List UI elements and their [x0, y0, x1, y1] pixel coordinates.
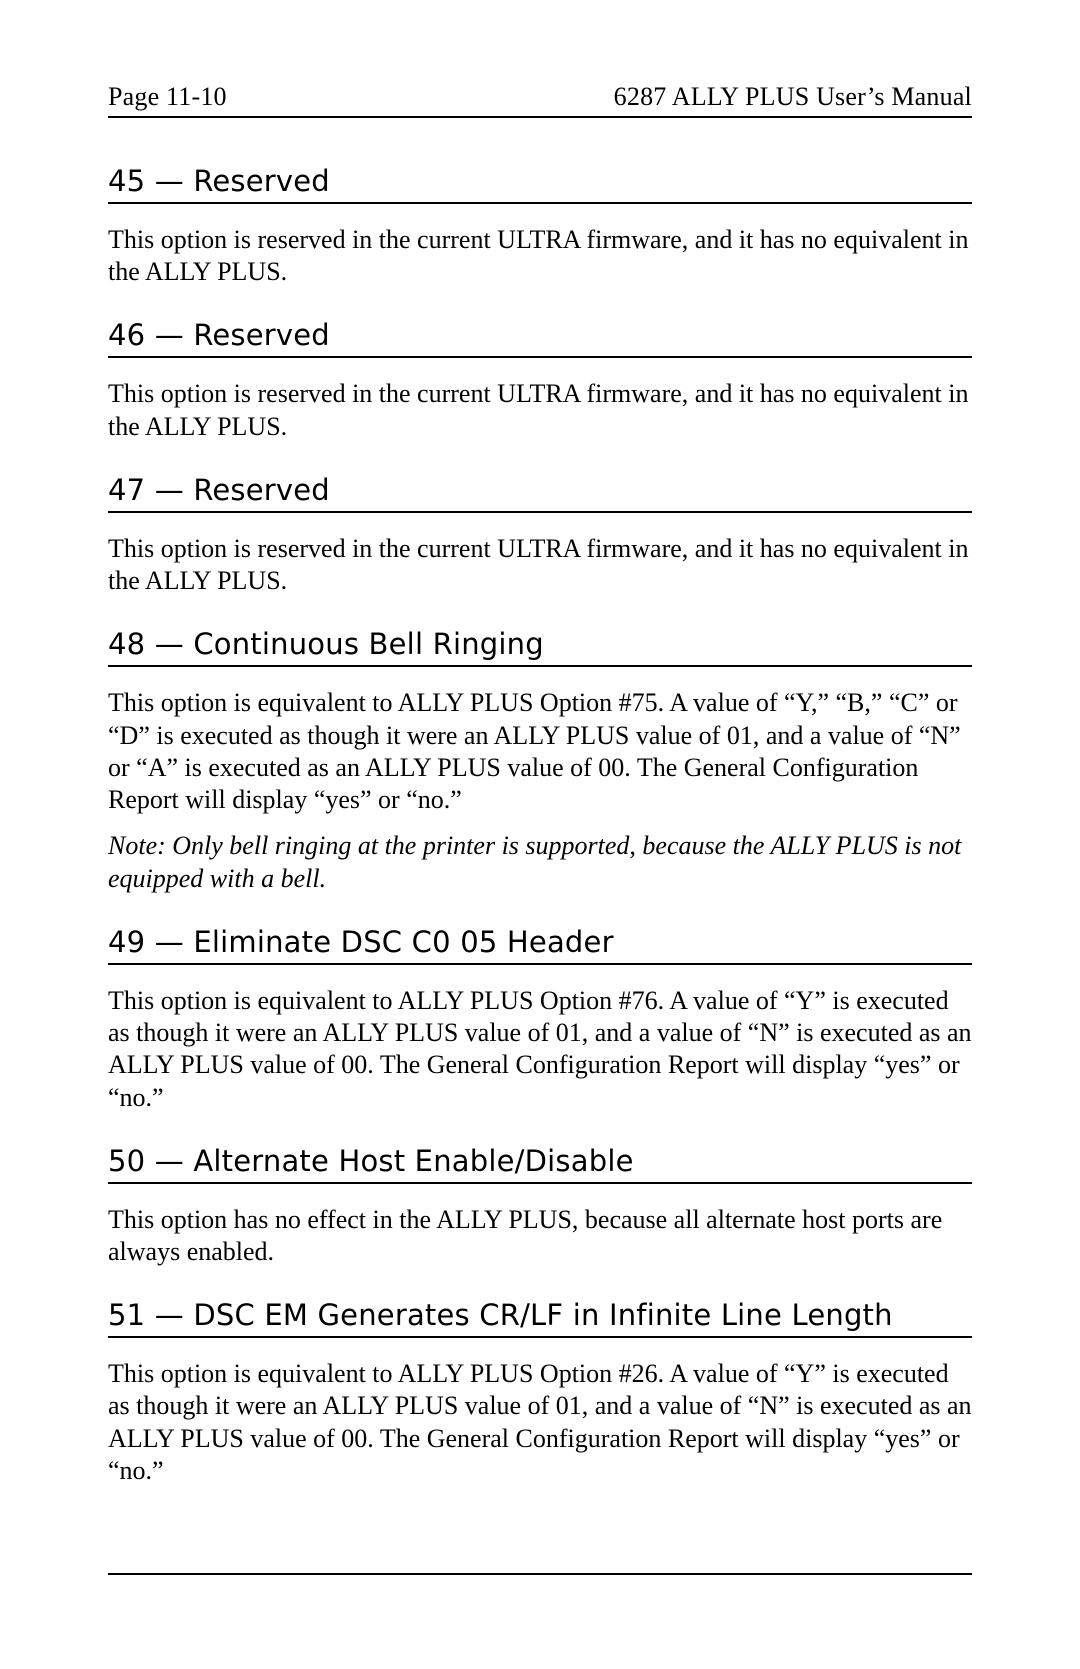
section-heading-46: 46 — Reserved [108, 318, 972, 358]
section-heading-48: 48 — Continuous Bell Ringing [108, 627, 972, 667]
section-heading-50: 50 — Alternate Host Enable/Disable [108, 1144, 972, 1184]
section-body-48: This option is equivalent to ALLY PLUS O… [108, 687, 972, 816]
section-body-46: This option is reserved in the current U… [108, 378, 972, 442]
section-body-51: This option is equivalent to ALLY PLUS O… [108, 1358, 972, 1487]
footer-rule [108, 1573, 972, 1575]
section-heading-45: 45 — Reserved [108, 164, 972, 204]
section-body-47: This option is reserved in the current U… [108, 533, 972, 597]
page-header: Page 11-10 6287 ALLY PLUS User’s Manual [108, 82, 972, 118]
section-body-49: This option is equivalent to ALLY PLUS O… [108, 985, 972, 1114]
manual-title: 6287 ALLY PLUS User’s Manual [614, 82, 972, 112]
section-body-50: This option has no effect in the ALLY PL… [108, 1204, 972, 1268]
section-heading-47: 47 — Reserved [108, 473, 972, 513]
section-note-48: Note: Only bell ringing at the printer i… [108, 830, 972, 894]
section-heading-51: 51 — DSC EM Generates CR/LF in Infinite … [108, 1298, 972, 1338]
section-body-45: This option is reserved in the current U… [108, 224, 972, 288]
page-number-label: Page 11-10 [108, 82, 227, 112]
section-heading-49: 49 — Eliminate DSC C0 05 Header [108, 925, 972, 965]
